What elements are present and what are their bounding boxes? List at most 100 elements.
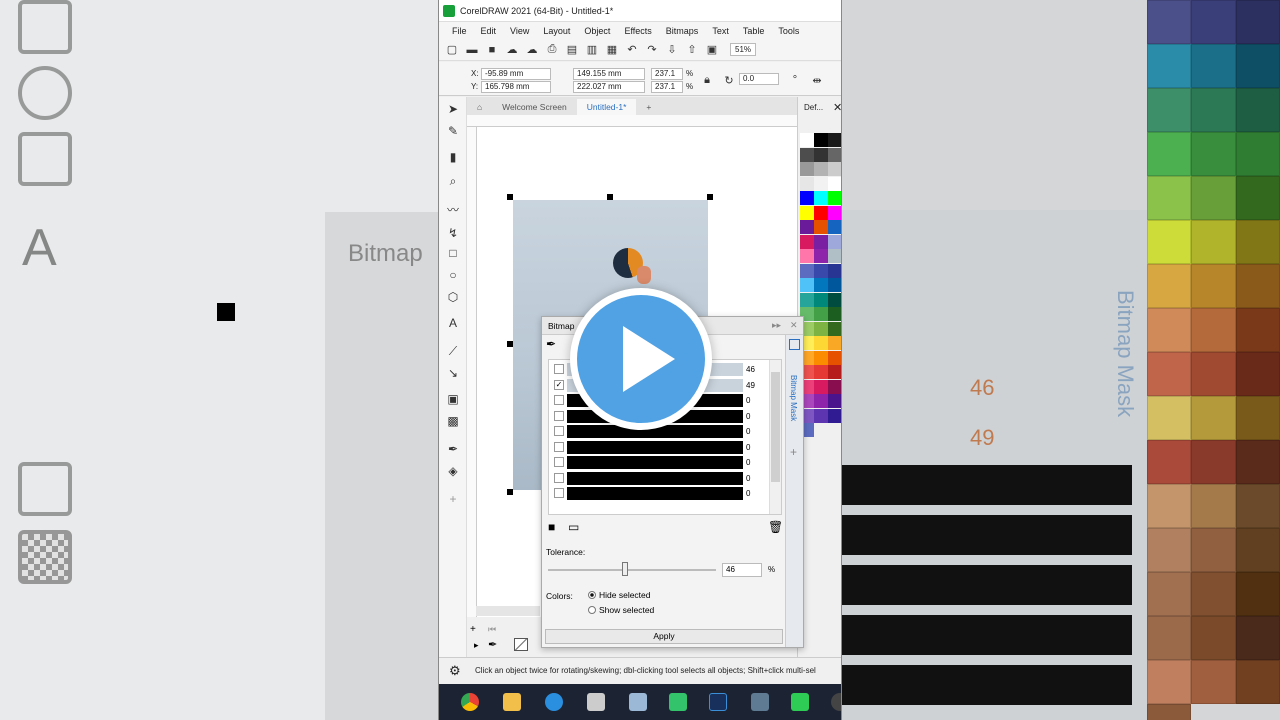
mask-row-checkbox[interactable] xyxy=(554,472,564,483)
mask-row-tolerance[interactable]: 0 xyxy=(746,471,766,486)
bitmap-mask-tab-icon[interactable] xyxy=(789,339,800,350)
color-selector-eyedropper-icon[interactable]: ✒ xyxy=(546,337,556,351)
palette-swatch[interactable] xyxy=(828,191,841,205)
interactive-fill-icon[interactable]: ◈ xyxy=(445,463,461,479)
rotation-field[interactable]: 0.0 xyxy=(739,73,779,85)
palette-swatch[interactable] xyxy=(828,133,841,147)
mask-color-row[interactable]: 0 xyxy=(549,455,769,470)
mask-color-row[interactable]: 0 xyxy=(549,440,769,455)
palette-swatch[interactable] xyxy=(814,379,828,394)
bitmap-mask-tab-label[interactable]: Bitmap Mask xyxy=(789,375,798,421)
save-icon[interactable]: ■ xyxy=(484,42,500,58)
paste-icon[interactable]: ▦ xyxy=(604,42,620,58)
mask-row-checkbox[interactable] xyxy=(554,488,564,498)
tab-untitled-1[interactable]: Untitled-1* xyxy=(576,99,637,115)
docker-close-icon[interactable]: ✕ xyxy=(790,320,798,331)
scale-y-field[interactable]: 237.1 xyxy=(651,81,683,93)
cloud-download-icon[interactable]: ☁ xyxy=(504,42,520,58)
freehand-tool-icon[interactable]: 〰 xyxy=(445,201,461,217)
palette-swatch[interactable] xyxy=(814,263,828,278)
palette-swatch[interactable] xyxy=(828,234,841,249)
palette-swatch[interactable] xyxy=(814,336,828,350)
palette-swatch[interactable] xyxy=(800,278,814,292)
palette-swatch[interactable] xyxy=(800,249,814,263)
palette-swatch[interactable] xyxy=(814,394,828,408)
photos-icon[interactable] xyxy=(751,693,769,711)
mask-row-tolerance[interactable]: 0 xyxy=(746,393,766,408)
store-icon[interactable] xyxy=(587,693,605,711)
undo-icon[interactable]: ↶ xyxy=(624,42,640,58)
menu-tools[interactable]: Tools xyxy=(771,26,806,36)
palette-swatch[interactable] xyxy=(800,133,814,147)
add-docker-icon[interactable]: + xyxy=(790,445,797,459)
selection-handle[interactable] xyxy=(707,194,713,200)
palette-swatch[interactable] xyxy=(828,292,841,307)
mask-row-tolerance[interactable]: 49 xyxy=(746,378,766,393)
palette-swatch[interactable] xyxy=(828,307,841,321)
cloud-upload-icon[interactable]: ☁ xyxy=(524,42,540,58)
horizontal-scrollbar[interactable] xyxy=(476,606,540,616)
menu-table[interactable]: Table xyxy=(736,26,772,36)
palette-swatch[interactable] xyxy=(814,162,828,176)
palette-swatch[interactable] xyxy=(828,394,841,408)
show-selected-label[interactable]: Show selected xyxy=(599,605,654,615)
palette-swatch[interactable] xyxy=(828,147,841,162)
apply-button[interactable]: Apply xyxy=(545,629,783,644)
mask-row-tolerance[interactable]: 46 xyxy=(746,362,766,377)
polygon-tool-icon[interactable]: ⬡ xyxy=(445,289,461,305)
palette-swatch[interactable] xyxy=(814,408,828,423)
home-icon[interactable]: ⌂ xyxy=(467,99,492,115)
coreldraw-active-icon[interactable] xyxy=(791,693,809,711)
palette-swatch[interactable] xyxy=(814,147,828,162)
tolerance-slider-thumb[interactable] xyxy=(622,562,628,576)
cut-icon[interactable]: ▤ xyxy=(564,42,580,58)
tolerance-field[interactable]: 46 xyxy=(722,563,762,577)
palette-swatch[interactable] xyxy=(828,278,841,292)
edge-icon[interactable] xyxy=(545,693,563,711)
menu-file[interactable]: File xyxy=(445,26,474,36)
pick-tool-icon[interactable]: ➤ xyxy=(445,101,461,117)
mask-row-tolerance[interactable]: 0 xyxy=(746,409,766,424)
mask-row-checkbox[interactable]: ✓ xyxy=(554,379,564,390)
shape-tool-icon[interactable]: ✎ xyxy=(445,123,461,139)
menu-layout[interactable]: Layout xyxy=(536,26,577,36)
mask-row-tolerance[interactable]: 0 xyxy=(746,455,766,470)
show-selected-radio[interactable] xyxy=(588,606,596,614)
height-field[interactable]: 222.027 mm xyxy=(573,81,645,93)
clock-app-icon[interactable] xyxy=(831,693,841,711)
publish-pdf-icon[interactable]: ▣ xyxy=(704,42,720,58)
mask-row-checkbox[interactable] xyxy=(554,426,564,436)
save-mask-icon[interactable]: ■ xyxy=(548,520,555,534)
crop-tool-icon[interactable]: ▮ xyxy=(445,149,461,165)
palette-swatch[interactable] xyxy=(800,220,814,234)
redo-icon[interactable]: ↷ xyxy=(644,42,660,58)
mask-color-row[interactable]: 0 xyxy=(549,486,769,501)
palette-swatch[interactable] xyxy=(814,205,828,220)
mask-row-checkbox[interactable] xyxy=(554,395,564,405)
palette-swatch[interactable] xyxy=(800,147,814,162)
menu-effects[interactable]: Effects xyxy=(617,26,658,36)
text-tool-icon[interactable]: A xyxy=(445,315,461,331)
parallel-dimension-icon[interactable]: ⟋ xyxy=(445,343,461,359)
copy-icon[interactable]: ▥ xyxy=(584,42,600,58)
open-mask-icon[interactable]: ▭ xyxy=(568,520,579,534)
selection-handle[interactable] xyxy=(507,341,513,347)
mask-color-swatch[interactable] xyxy=(567,440,743,454)
transparency-tool-icon[interactable]: ▩ xyxy=(445,413,461,429)
connector-tool-icon[interactable]: ↘ xyxy=(445,365,461,381)
palette-swatch[interactable] xyxy=(828,263,841,278)
palette-swatch[interactable] xyxy=(800,205,814,220)
palette-swatch[interactable] xyxy=(828,321,841,336)
eyedropper-icon[interactable]: ✒ xyxy=(488,638,497,651)
palette-swatch[interactable] xyxy=(814,234,828,249)
palette-swatch[interactable] xyxy=(814,350,828,365)
play-button[interactable] xyxy=(570,288,712,430)
chrome-icon[interactable] xyxy=(461,693,479,711)
drop-shadow-icon[interactable]: ▣ xyxy=(445,391,461,407)
palette-swatch[interactable] xyxy=(800,234,814,249)
docker-expand-icon[interactable]: ▸▸ xyxy=(772,320,781,331)
palette-swatch[interactable] xyxy=(828,162,841,176)
scrollbar-thumb[interactable] xyxy=(771,372,780,482)
lock-ratio-icon[interactable]: 🔒︎ xyxy=(699,72,715,88)
selection-handle[interactable] xyxy=(507,194,513,200)
